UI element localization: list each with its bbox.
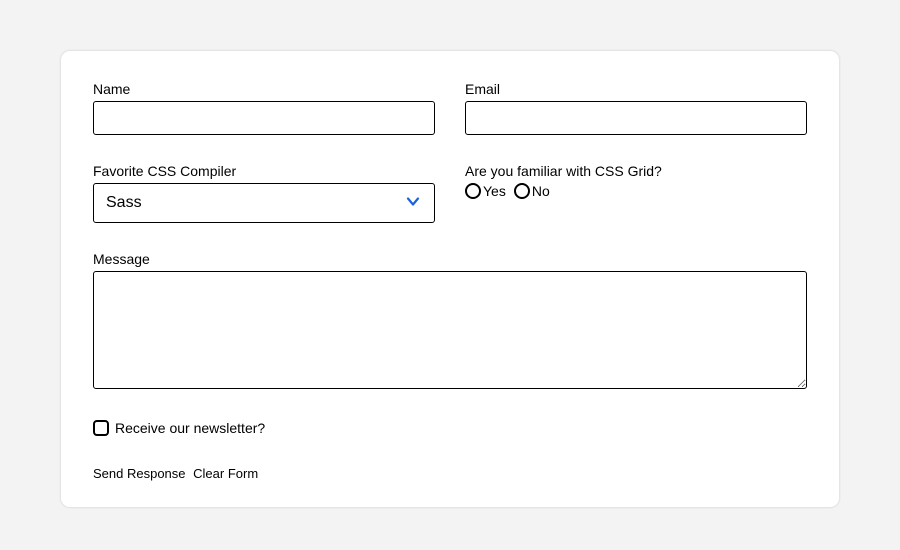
grid-radio-yes-label: Yes <box>483 183 506 199</box>
compiler-select[interactable]: Sass <box>93 183 435 223</box>
form-card: Name Email Favorite CSS Compiler Sass <box>60 50 840 508</box>
message-field-group: Message <box>93 251 807 392</box>
email-input[interactable] <box>465 101 807 135</box>
newsletter-label: Receive our newsletter? <box>115 420 265 436</box>
grid-label: Are you familiar with CSS Grid? <box>465 163 807 179</box>
compiler-label: Favorite CSS Compiler <box>93 163 435 179</box>
grid-radio-no[interactable]: No <box>514 183 550 199</box>
grid-radio-no-label: No <box>532 183 550 199</box>
compiler-selected-value: Sass <box>106 194 142 212</box>
email-field-group: Email <box>465 81 807 135</box>
checkbox-icon <box>93 420 109 436</box>
compiler-field-group: Favorite CSS Compiler Sass <box>93 163 435 223</box>
message-textarea[interactable] <box>93 271 807 389</box>
radio-icon <box>514 183 530 199</box>
message-label: Message <box>93 251 807 267</box>
name-field-group: Name <box>93 81 435 135</box>
email-label: Email <box>465 81 807 97</box>
newsletter-checkbox[interactable]: Receive our newsletter? <box>93 420 807 436</box>
name-label: Name <box>93 81 435 97</box>
name-input[interactable] <box>93 101 435 135</box>
clear-button[interactable]: Clear Form <box>193 466 258 481</box>
grid-radio-yes[interactable]: Yes <box>465 183 506 199</box>
radio-icon <box>465 183 481 199</box>
grid-field-group: Are you familiar with CSS Grid? Yes No <box>465 163 807 223</box>
form-actions: Send Response Clear Form <box>93 466 807 481</box>
submit-button[interactable]: Send Response <box>93 466 186 481</box>
